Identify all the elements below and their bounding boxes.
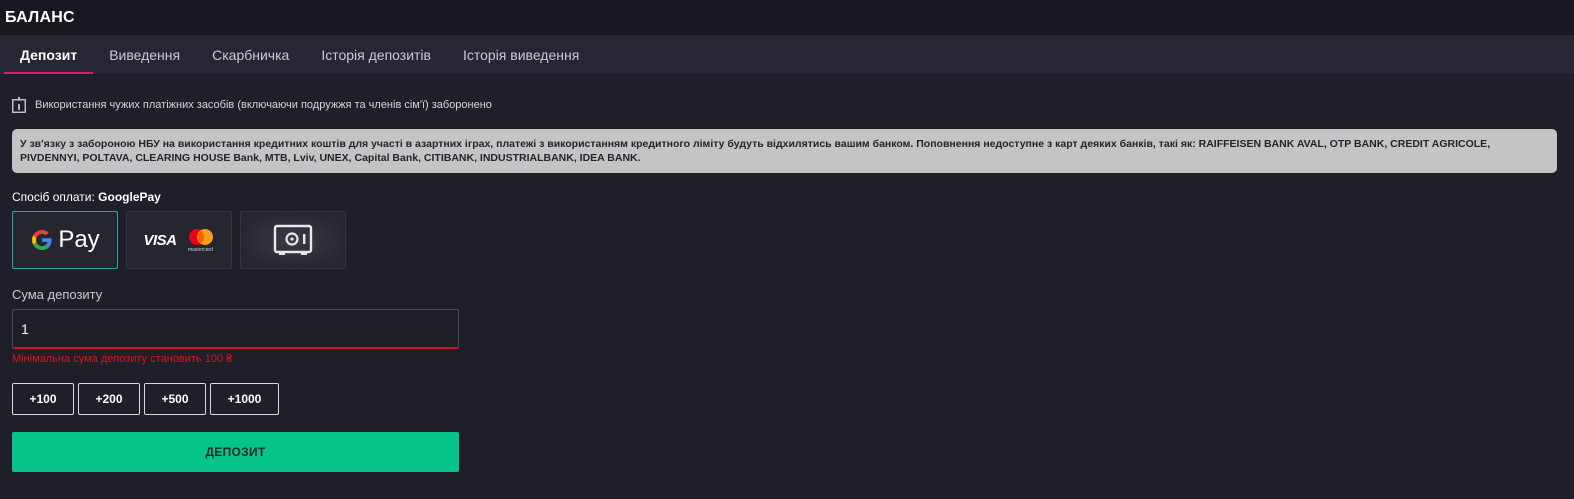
banner-text: У зв'язку з забороною НБУ на використанн… bbox=[20, 138, 1491, 164]
visa-logo: VISA bbox=[143, 231, 177, 249]
payment-label-text: Спосіб оплати: bbox=[12, 190, 95, 204]
bank-warning-banner: У зв'язку з забороною НБУ на використанн… bbox=[12, 129, 1557, 173]
method-safe[interactable] bbox=[240, 211, 346, 269]
quick-amount-500-button[interactable]: +500 bbox=[144, 383, 206, 415]
tab-bar: Депозит Виведення Скарбничка Історія деп… bbox=[0, 35, 1574, 75]
mastercard-text: mastercard bbox=[187, 246, 213, 253]
tab-withdrawal[interactable]: Виведення bbox=[93, 35, 196, 74]
tab-withdrawal-label: Виведення bbox=[109, 46, 181, 63]
method-visa-mastercard[interactable]: VISA mastercard bbox=[126, 211, 232, 269]
tab-withdrawal-history[interactable]: Історія виведення bbox=[447, 35, 595, 74]
quick-amounts: +100 +200 +500 +1000 bbox=[12, 383, 1562, 415]
mastercard-icon: mastercard bbox=[187, 228, 215, 253]
notice-text: Використання чужих платіжних засобів (вк… bbox=[35, 99, 492, 111]
deposit-panel: Використання чужих платіжних засобів (вк… bbox=[0, 97, 1574, 472]
amount-error: Мінімальна сума депозиту становить 100 ₴ bbox=[12, 353, 233, 365]
method-googlepay[interactable]: Pay bbox=[12, 211, 118, 269]
notice: Використання чужих платіжних засобів (вк… bbox=[12, 97, 1562, 113]
tab-deposit-history-label: Історія депозитів bbox=[321, 46, 431, 63]
safe-icon bbox=[273, 224, 313, 255]
header-bar: БАЛАНС bbox=[0, 0, 1574, 35]
quick-amount-200-button[interactable]: +200 bbox=[78, 383, 140, 415]
quick-amount-1000-button[interactable]: +1000 bbox=[210, 383, 279, 415]
tab-deposit[interactable]: Депозит bbox=[4, 35, 94, 74]
deposit-button[interactable]: ДЕПОЗИТ bbox=[12, 432, 459, 472]
amount-label: Сума депозиту bbox=[12, 287, 103, 302]
quick-amount-100-button[interactable]: +100 bbox=[12, 383, 74, 415]
tab-deposit-label: Депозит bbox=[20, 46, 78, 63]
googlepay-text: Pay bbox=[58, 226, 100, 253]
page-title: БАЛАНС bbox=[5, 8, 75, 26]
info-icon bbox=[12, 97, 26, 113]
tab-piggybank[interactable]: Скарбничка bbox=[196, 35, 305, 74]
payment-methods: Pay VISA mastercard bbox=[12, 211, 1562, 269]
tab-deposit-history[interactable]: Історія депозитів bbox=[305, 35, 447, 74]
amount-input[interactable] bbox=[12, 309, 459, 349]
payment-method-label: Спосіб оплати: GooglePay bbox=[12, 190, 1562, 204]
tab-withdrawal-history-label: Історія виведення bbox=[462, 46, 580, 63]
payment-selected-method: GooglePay bbox=[98, 190, 161, 204]
google-g-icon bbox=[32, 230, 52, 250]
tab-piggybank-label: Скарбничка bbox=[212, 46, 290, 63]
